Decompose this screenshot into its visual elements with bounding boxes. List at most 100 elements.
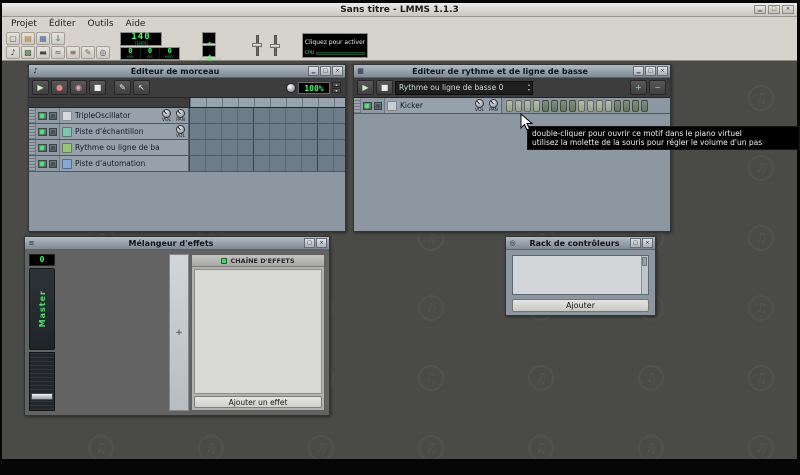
minimize-button[interactable]: ▁ [308, 66, 319, 76]
beat-step[interactable] [632, 99, 639, 112]
beat-step[interactable] [596, 99, 603, 112]
project-notes-toggle[interactable]: ✎ [81, 46, 95, 59]
track-solo-button[interactable] [48, 111, 57, 120]
minimize-button[interactable]: ▁ [754, 5, 766, 14]
track-mute-button[interactable] [38, 143, 47, 152]
track-grip[interactable] [29, 156, 36, 171]
play-button[interactable]: ▶ [357, 80, 374, 95]
main-titlebar[interactable]: Sans titre - LMMS 1.1.3 ▁ □ × [2, 3, 797, 17]
stop-button[interactable]: ■ [376, 80, 393, 95]
add-steps-button[interactable]: + [630, 80, 647, 95]
new-project-button[interactable]: ▢ [6, 32, 20, 45]
close-button[interactable]: × [332, 66, 343, 76]
track-name-button[interactable]: Rythme ou ligne de ba [60, 140, 189, 155]
master-fader[interactable] [29, 352, 55, 411]
edit-mode-button[interactable]: ↖ [133, 80, 150, 95]
piano-roll-toggle[interactable]: ▬ [36, 46, 50, 59]
zoom-knob[interactable] [286, 82, 296, 93]
save-project-button[interactable]: ▦ [36, 32, 50, 45]
export-project-button[interactable]: ⇓ [51, 32, 65, 45]
pan-knob[interactable]: PAN [174, 108, 187, 123]
track-grip[interactable] [29, 124, 36, 139]
beat-step[interactable] [587, 99, 594, 112]
add-effect-button[interactable]: Ajouter un effet [194, 396, 322, 408]
menu-item-1[interactable]: Éditer [43, 18, 82, 30]
stop-button[interactable]: ■ [89, 80, 106, 95]
track-grip[interactable] [29, 108, 36, 123]
master-channel-button[interactable]: Master [29, 268, 55, 350]
timesig-denominator[interactable]: 4 [202, 45, 216, 63]
tempo-display[interactable]: 140 TEMPO [120, 32, 162, 46]
menu-item-0[interactable]: Projet [5, 18, 43, 30]
song-editor-toggle[interactable]: ♪ [6, 46, 20, 59]
beat-step[interactable] [560, 99, 567, 112]
track-grip[interactable] [354, 98, 361, 113]
close-button[interactable]: × [316, 238, 327, 248]
beat-step[interactable] [524, 99, 531, 112]
track-solo-button[interactable] [373, 101, 382, 110]
beat-step[interactable] [515, 99, 522, 112]
timeline-ruler[interactable] [189, 98, 345, 107]
master-volume-slider[interactable] [252, 35, 262, 56]
beat-step[interactable] [542, 99, 549, 112]
beat-step[interactable] [551, 99, 558, 112]
track-solo-button[interactable] [48, 159, 57, 168]
open-project-button[interactable]: ▤ [21, 32, 35, 45]
cpu-indicator[interactable]: Cliquez pour activer CPU [302, 33, 368, 58]
effects-chain-list[interactable] [194, 269, 322, 394]
chain-enable-led[interactable] [221, 257, 228, 264]
draw-mode-button[interactable]: ✎ [114, 80, 131, 95]
pattern-down-button[interactable]: ▾ [528, 88, 530, 92]
beat-step[interactable] [506, 99, 513, 112]
scrollbar-thumb[interactable] [642, 257, 647, 266]
controller-rack-titlebar[interactable]: ◎ Rack de contrôleurs □ × [506, 237, 655, 250]
close-button[interactable]: × [657, 66, 668, 76]
new-fx-channel-button[interactable]: + [169, 254, 189, 411]
record-play-button[interactable]: ◉ [70, 80, 87, 95]
maximize-button[interactable]: □ [630, 238, 641, 248]
track-name-button[interactable]: Piste d'échantillon VOL [60, 124, 189, 139]
track-name-button[interactable]: Piste d'automation [60, 156, 189, 171]
vol-knob[interactable]: VOL [160, 108, 173, 123]
maximize-button[interactable]: □ [320, 66, 331, 76]
beat-step[interactable] [578, 99, 585, 112]
master-pitch-slider[interactable] [270, 35, 280, 56]
vol-knob[interactable]: VOL [174, 124, 187, 139]
beat-step[interactable] [614, 99, 621, 112]
zoom-down-button[interactable]: ▾ [332, 88, 341, 93]
controller-rack-toggle[interactable]: ◎ [96, 46, 110, 59]
menu-item-2[interactable]: Outils [82, 18, 120, 30]
zoom-up-button[interactable]: ▴ [332, 82, 341, 87]
fx-mixer-toggle[interactable]: ≡ [66, 46, 80, 59]
beat-step[interactable] [605, 99, 612, 112]
controller-list-scrollbar[interactable] [641, 256, 648, 294]
play-button[interactable]: ▶ [32, 80, 49, 95]
track-timeline[interactable] [189, 140, 345, 155]
track-name-button[interactable]: Kicker VOL PAN [385, 98, 502, 113]
fader-handle[interactable] [31, 393, 53, 400]
record-button[interactable]: ● [51, 80, 68, 95]
maximize-button[interactable]: □ [768, 5, 780, 14]
automation-editor-toggle[interactable]: ≈ [51, 46, 65, 59]
beat-step[interactable] [533, 99, 540, 112]
track-timeline[interactable] [189, 124, 345, 139]
zoom-level[interactable]: 100% [298, 81, 330, 94]
track-timeline[interactable] [189, 156, 345, 171]
add-controller-button[interactable]: Ajouter [512, 299, 649, 312]
master-level-display[interactable]: 0 [29, 254, 55, 266]
track-mute-button[interactable] [363, 101, 372, 110]
track-mute-button[interactable] [38, 127, 47, 136]
beat-step[interactable] [569, 99, 576, 112]
track-grip[interactable] [29, 140, 36, 155]
track-solo-button[interactable] [48, 127, 57, 136]
bb-editor-toggle[interactable]: ▩ [21, 46, 35, 59]
maximize-button[interactable]: □ [304, 238, 315, 248]
track-solo-button[interactable] [48, 143, 57, 152]
pan-knob[interactable]: PAN [487, 98, 500, 113]
song-editor-titlebar[interactable]: ♪ Éditeur de morceau ▁ □ × [29, 65, 345, 78]
pattern-selector[interactable]: Rythme ou ligne de basse 0 ▴ ▾ [395, 80, 533, 95]
remove-steps-button[interactable]: − [649, 80, 666, 95]
fx-mixer-titlebar[interactable]: ≡ Mélangeur d'effets □ × [25, 237, 329, 250]
close-button[interactable]: × [642, 238, 653, 248]
minimize-button[interactable]: ▁ [633, 66, 644, 76]
